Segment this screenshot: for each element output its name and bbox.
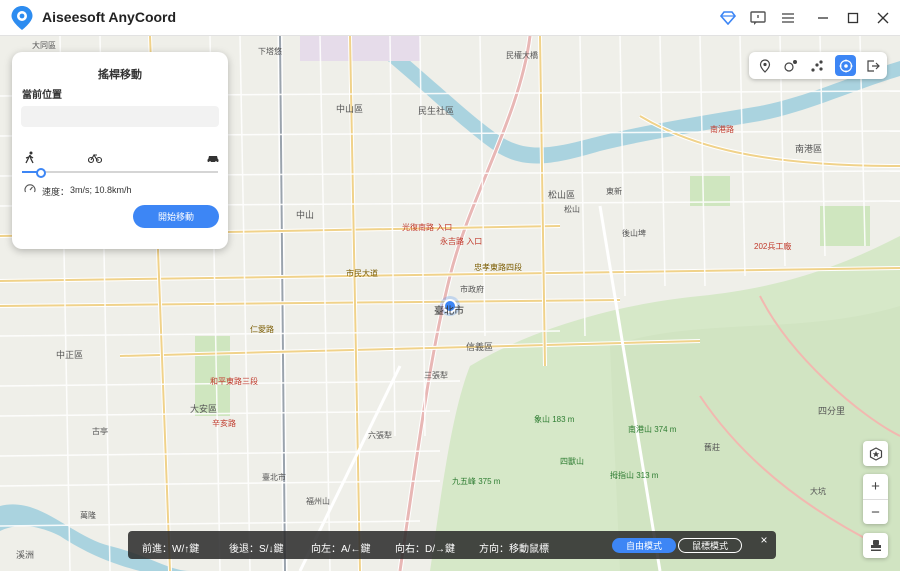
favorites-icon[interactable] [863, 441, 888, 466]
teleport-mode-icon[interactable] [754, 55, 775, 76]
map-label: 中正區 [56, 350, 84, 360]
map-label: 202兵工廠 [754, 242, 792, 251]
map-label: 大安區 [190, 404, 218, 414]
mode-toolbar [749, 52, 887, 79]
map-label: 民權大橋 [506, 51, 538, 60]
map-label: 南港山 374 m [628, 425, 677, 434]
zoom-control: + − [863, 474, 888, 524]
map-label: 和平東路三段 [210, 377, 258, 386]
map-label: 拇指山 313 m [610, 471, 659, 480]
hint-direction: 方向：移動鼠標 [479, 544, 549, 555]
premium-diamond-icon[interactable] [718, 8, 738, 28]
map-label: 南港路 [710, 125, 734, 134]
map-label: 象山 183 m [534, 415, 575, 424]
map-label: 臺北市 [434, 306, 464, 317]
stamp-icon[interactable] [863, 533, 888, 558]
multi-stop-mode-icon[interactable] [806, 55, 827, 76]
map-label: 舊莊 [704, 443, 720, 452]
map-label: 六張犁 [368, 431, 392, 440]
bicycle-mode-icon[interactable] [87, 151, 103, 165]
hint-forward: 前進：W/↑鍵 [142, 544, 200, 555]
title-bar: Aiseesoft AnyCoord [0, 0, 900, 36]
map-label: 仁愛路 [250, 325, 274, 334]
close-icon[interactable] [873, 8, 893, 28]
map-label: 松山區 [548, 190, 576, 200]
map-label: 大同區 [32, 41, 56, 50]
panel-title: 搖桿移動 [98, 69, 142, 81]
map-label: 東新 [606, 187, 622, 196]
map-label: 辛亥路 [212, 419, 236, 428]
map-label: 永吉路 入口 [440, 237, 483, 246]
start-move-button[interactable]: 開始移動 [133, 205, 219, 228]
mouse-mode-button[interactable]: 鼠標模式 [678, 538, 742, 553]
map-label: 中山區 [336, 104, 364, 114]
map-label: 中山 [296, 210, 315, 220]
feedback-chat-icon[interactable] [748, 8, 768, 28]
zoom-in-button[interactable]: + [863, 474, 888, 499]
map-label: 信義區 [466, 342, 494, 352]
zoom-out-button[interactable]: − [863, 499, 888, 524]
keyboard-hint-bar: 前進：W/↑鍵 後退：S/↓鍵 向左：A/←鍵 向右：D/→鍵 方向：移動鼠標 … [128, 531, 776, 559]
map-label: 臺北市 [262, 473, 286, 482]
one-stop-mode-icon[interactable] [780, 55, 801, 76]
joystick-panel: 搖桿移動 當前位置 速度： 3m/s; 10.8km/h 開始移動 [12, 52, 228, 249]
map-label: 四獸山 [560, 457, 584, 466]
map-label: 大坑 [810, 487, 826, 496]
speed-slider-handle[interactable] [35, 168, 46, 178]
current-location-label: 當前位置 [22, 90, 62, 101]
car-mode-icon[interactable] [206, 151, 220, 165]
speedometer-icon [24, 183, 36, 195]
joystick-mode-icon[interactable] [835, 55, 856, 76]
speed-label: 速度： [42, 187, 70, 197]
map-label: 四分里 [818, 406, 846, 416]
minimize-icon[interactable] [813, 8, 833, 28]
hint-left: 向左：A/←鍵 [311, 544, 371, 555]
map-label: 溪洲 [16, 550, 35, 560]
app-title: Aiseesoft AnyCoord [42, 9, 177, 25]
map-label: 下塔悠 [258, 47, 282, 56]
menu-icon[interactable] [778, 8, 798, 28]
free-mode-button[interactable]: 自由模式 [612, 538, 676, 553]
map-label: 南港區 [795, 144, 823, 154]
map-label: 光復南路 入口 [402, 223, 453, 232]
walk-mode-icon[interactable] [23, 151, 37, 165]
hint-right: 向右：D/→鍵 [395, 544, 455, 555]
map-label: 福州山 [306, 497, 330, 506]
speed-value: 3m/s; 10.8km/h [70, 185, 132, 195]
map-label: 市政府 [460, 285, 484, 294]
map-label: 後山埤 [622, 229, 646, 238]
exit-icon[interactable] [862, 55, 883, 76]
speed-slider[interactable] [22, 168, 218, 178]
app-logo-icon [11, 6, 33, 30]
map-label: 松山 [564, 205, 580, 214]
hint-back: 後退：S/↓鍵 [229, 544, 284, 555]
maximize-icon[interactable] [843, 8, 863, 28]
map-label: 忠孝東路四段 [474, 263, 522, 272]
map-label: 古亭 [92, 427, 108, 436]
current-location-field[interactable] [21, 106, 219, 127]
map-label: 市民大道 [346, 269, 378, 278]
map-label: 萬隆 [80, 511, 96, 520]
map-label: 民生社區 [418, 106, 455, 116]
map-label: 九五峰 375 m [452, 477, 501, 486]
hint-close-icon[interactable]: × [758, 534, 770, 546]
map-label: 三張犁 [424, 371, 448, 380]
